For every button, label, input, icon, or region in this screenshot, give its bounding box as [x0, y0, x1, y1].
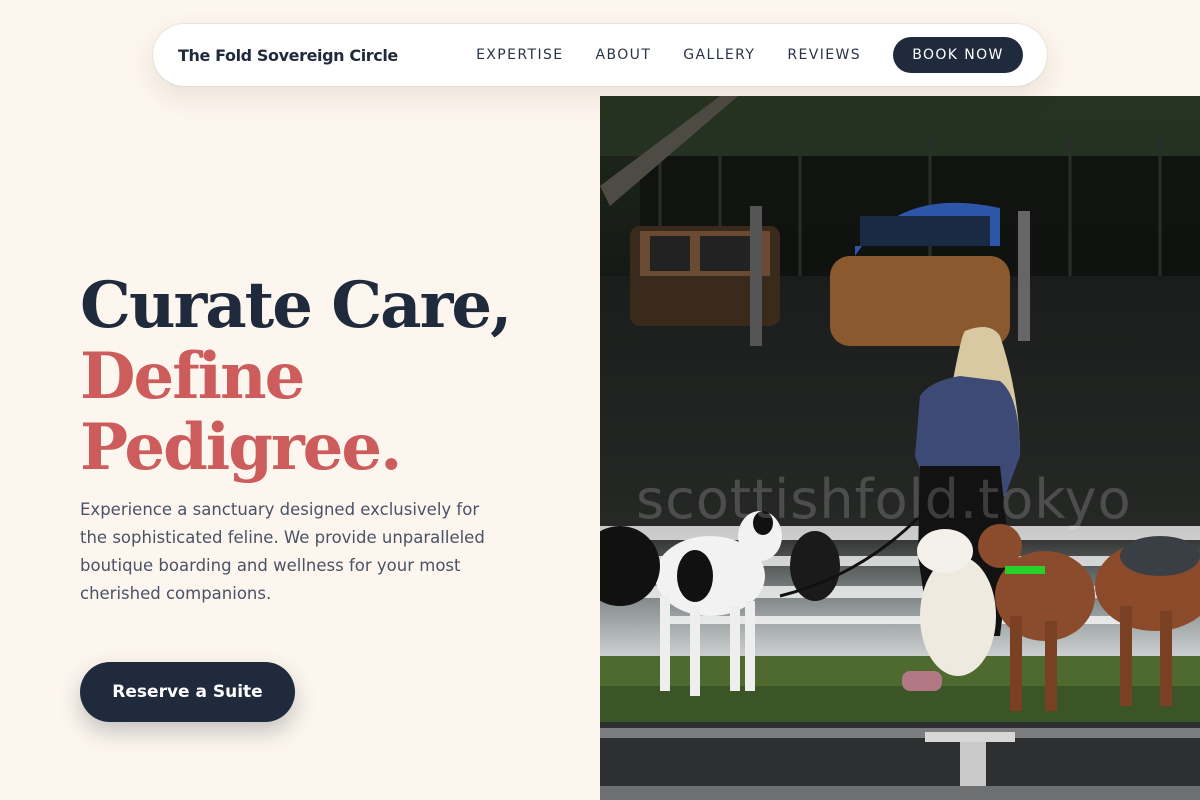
hero-text: Curate Care, Define Pedigree. Experience… [80, 270, 550, 608]
headline-line-2: Define [80, 339, 305, 414]
hero-headline: Curate Care, Define Pedigree. [80, 270, 550, 483]
reserve-suite-button[interactable]: Reserve a Suite [80, 662, 295, 722]
nav-link-reviews[interactable]: REVIEWS [787, 47, 861, 63]
hero-photo: scottishfold.tokyo [600, 96, 1200, 800]
top-navbar: The Fold Sovereign Circle EXPERTISE ABOU… [153, 24, 1047, 86]
book-now-button[interactable]: BOOK NOW [893, 37, 1023, 73]
nav-link-gallery[interactable]: GALLERY [683, 47, 755, 63]
hero-description: Experience a sanctuary designed exclusiv… [80, 500, 485, 603]
headline-line-3: Pedigree. [80, 410, 402, 485]
hero-photo-illustration [600, 96, 1200, 800]
headline-line-1: Curate Care, [80, 268, 512, 343]
brand-name[interactable]: The Fold Sovereign Circle [178, 46, 398, 65]
nav-link-about[interactable]: ABOUT [596, 47, 652, 63]
nav-link-expertise[interactable]: EXPERTISE [476, 47, 563, 63]
image-watermark: scottishfold.tokyo [636, 468, 1132, 531]
nav-links: EXPERTISE ABOUT GALLERY REVIEWS BOOK NOW [476, 37, 1023, 73]
